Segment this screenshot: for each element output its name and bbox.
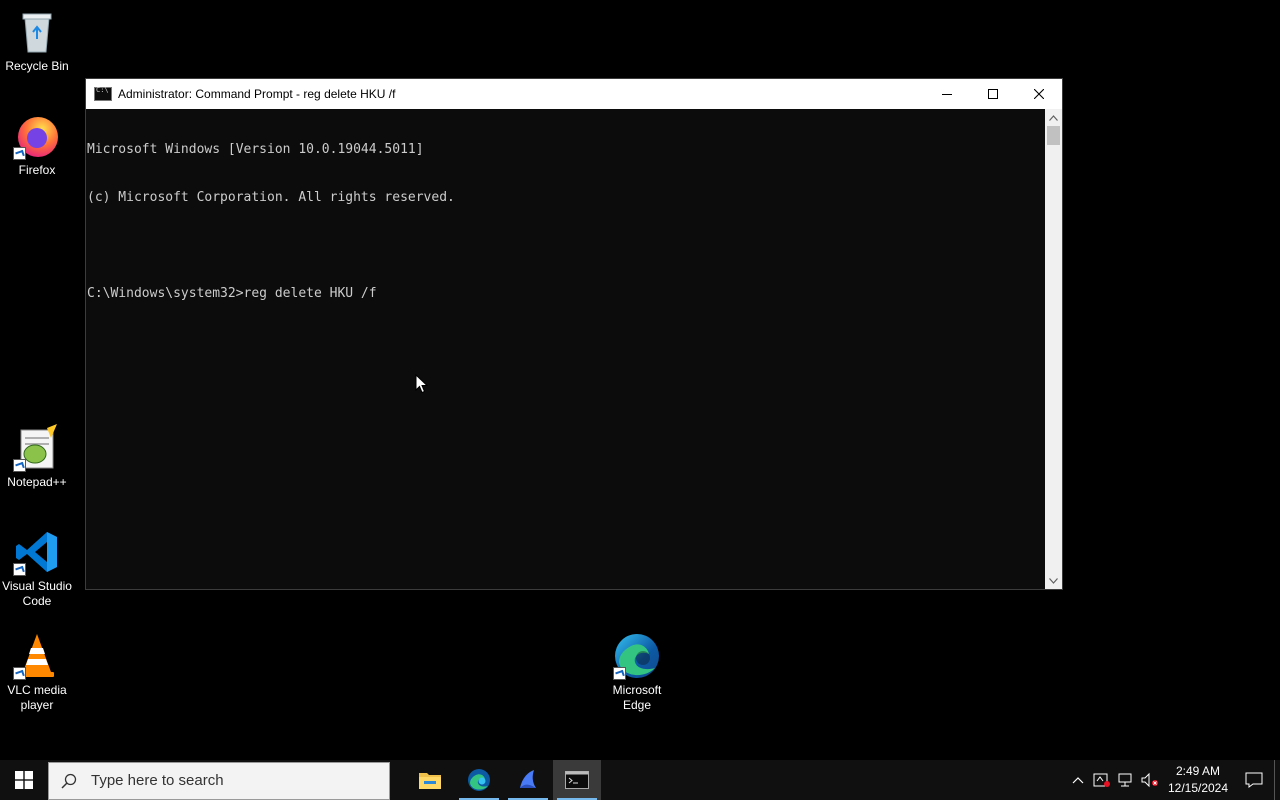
folder-icon xyxy=(419,773,441,789)
taskbar-microsoft-edge[interactable] xyxy=(455,760,503,800)
command-prompt-icon xyxy=(94,86,112,101)
desktop-icon-recycle-bin[interactable]: Recycle Bin xyxy=(0,8,74,74)
window-controls xyxy=(924,79,1062,109)
recycle-bin-icon xyxy=(13,8,61,56)
scroll-up-button[interactable] xyxy=(1045,109,1062,126)
vscode-icon xyxy=(13,528,61,576)
system-tray: 2:49 AM 12/15/2024 xyxy=(1066,760,1280,800)
taskbar-command-prompt[interactable] xyxy=(553,760,601,800)
desktop-icon-label: Firefox xyxy=(18,163,56,177)
notepad-plus-plus-icon xyxy=(13,424,61,472)
console-output[interactable]: Microsoft Windows [Version 10.0.19044.50… xyxy=(86,109,1045,589)
taskbar-clock[interactable]: 2:49 AM 12/15/2024 xyxy=(1162,763,1234,797)
shortcut-arrow-icon xyxy=(613,667,626,680)
sail-app-icon xyxy=(520,770,536,788)
show-desktop-button[interactable] xyxy=(1274,760,1280,800)
console-line: Microsoft Windows [Version 10.0.19044.50… xyxy=(87,142,424,157)
scroll-thumb[interactable] xyxy=(1047,126,1060,145)
shortcut-arrow-icon xyxy=(13,667,26,680)
vertical-scrollbar[interactable] xyxy=(1045,109,1062,589)
edge-icon xyxy=(613,632,661,680)
windows-logo-icon xyxy=(15,771,33,789)
clock-time: 2:49 AM xyxy=(1175,764,1221,778)
chevron-down-icon xyxy=(1049,577,1058,584)
desktop-icon-label: Recycle Bin xyxy=(5,59,69,73)
desktop-icon-label: Notepad++ xyxy=(7,475,67,489)
volume-muted-icon xyxy=(1141,772,1158,788)
clock-date: 12/15/2024 xyxy=(1167,781,1229,795)
maximize-button[interactable] xyxy=(970,79,1016,109)
taskbar-app-launcher[interactable] xyxy=(504,760,552,800)
shortcut-arrow-icon xyxy=(13,147,26,160)
mouse-pointer-icon xyxy=(415,374,429,394)
minimize-button[interactable] xyxy=(924,79,970,109)
console-prompt-line: C:\Windows\system32>reg delete HKU /f xyxy=(87,286,377,301)
command-prompt-icon xyxy=(565,771,589,789)
maximize-icon xyxy=(988,89,998,99)
window-titlebar[interactable]: Administrator: Command Prompt - reg dele… xyxy=(86,79,1062,109)
window-title: Administrator: Command Prompt - reg dele… xyxy=(118,87,396,101)
shortcut-arrow-icon xyxy=(13,459,26,472)
search-input[interactable] xyxy=(89,771,373,790)
show-hidden-icons-button[interactable] xyxy=(1066,760,1090,800)
desktop-icon-vscode[interactable]: Visual Studio Code xyxy=(0,528,74,609)
desktop-icon-firefox[interactable]: Firefox xyxy=(0,112,74,178)
chevron-up-icon xyxy=(1072,777,1084,784)
minimize-icon xyxy=(942,94,952,95)
desktop: Recycle Bin Firefox Notepad++ Visual Stu… xyxy=(0,0,1280,760)
taskbar: 2:49 AM 12/15/2024 xyxy=(0,760,1280,800)
start-button[interactable] xyxy=(0,760,48,800)
desktop-icon-label: Microsoft Edge xyxy=(612,683,662,712)
device-warning-icon xyxy=(1093,773,1110,787)
tray-volume-button[interactable] xyxy=(1138,760,1162,800)
taskbar-file-explorer[interactable] xyxy=(406,760,454,800)
firefox-icon xyxy=(13,112,61,160)
action-center-button[interactable] xyxy=(1234,760,1274,800)
desktop-icon-notepad-plus-plus[interactable]: Notepad++ xyxy=(0,424,74,490)
close-icon xyxy=(1034,89,1044,99)
chevron-up-icon xyxy=(1049,114,1058,121)
network-disconnected-icon xyxy=(1118,773,1132,787)
shortcut-arrow-icon xyxy=(13,563,26,576)
vlc-cone-icon xyxy=(13,632,61,680)
edge-icon xyxy=(468,769,490,791)
console-line: (c) Microsoft Corporation. All rights re… xyxy=(87,190,455,205)
tray-network-button[interactable] xyxy=(1114,760,1138,800)
command-prompt-window[interactable]: Administrator: Command Prompt - reg dele… xyxy=(85,78,1063,590)
scroll-down-button[interactable] xyxy=(1045,572,1062,589)
desktop-icon-label: VLC media player xyxy=(7,683,67,712)
desktop-icon-vlc[interactable]: VLC media player xyxy=(0,632,74,713)
desktop-icon-label: Visual Studio Code xyxy=(2,579,72,608)
desktop-icon-microsoft-edge[interactable]: Microsoft Edge xyxy=(600,632,674,713)
taskbar-search-box[interactable] xyxy=(48,761,390,800)
close-button[interactable] xyxy=(1016,79,1062,109)
tray-device-status-button[interactable] xyxy=(1090,760,1114,800)
search-icon xyxy=(49,773,89,789)
notification-icon xyxy=(1245,772,1263,788)
